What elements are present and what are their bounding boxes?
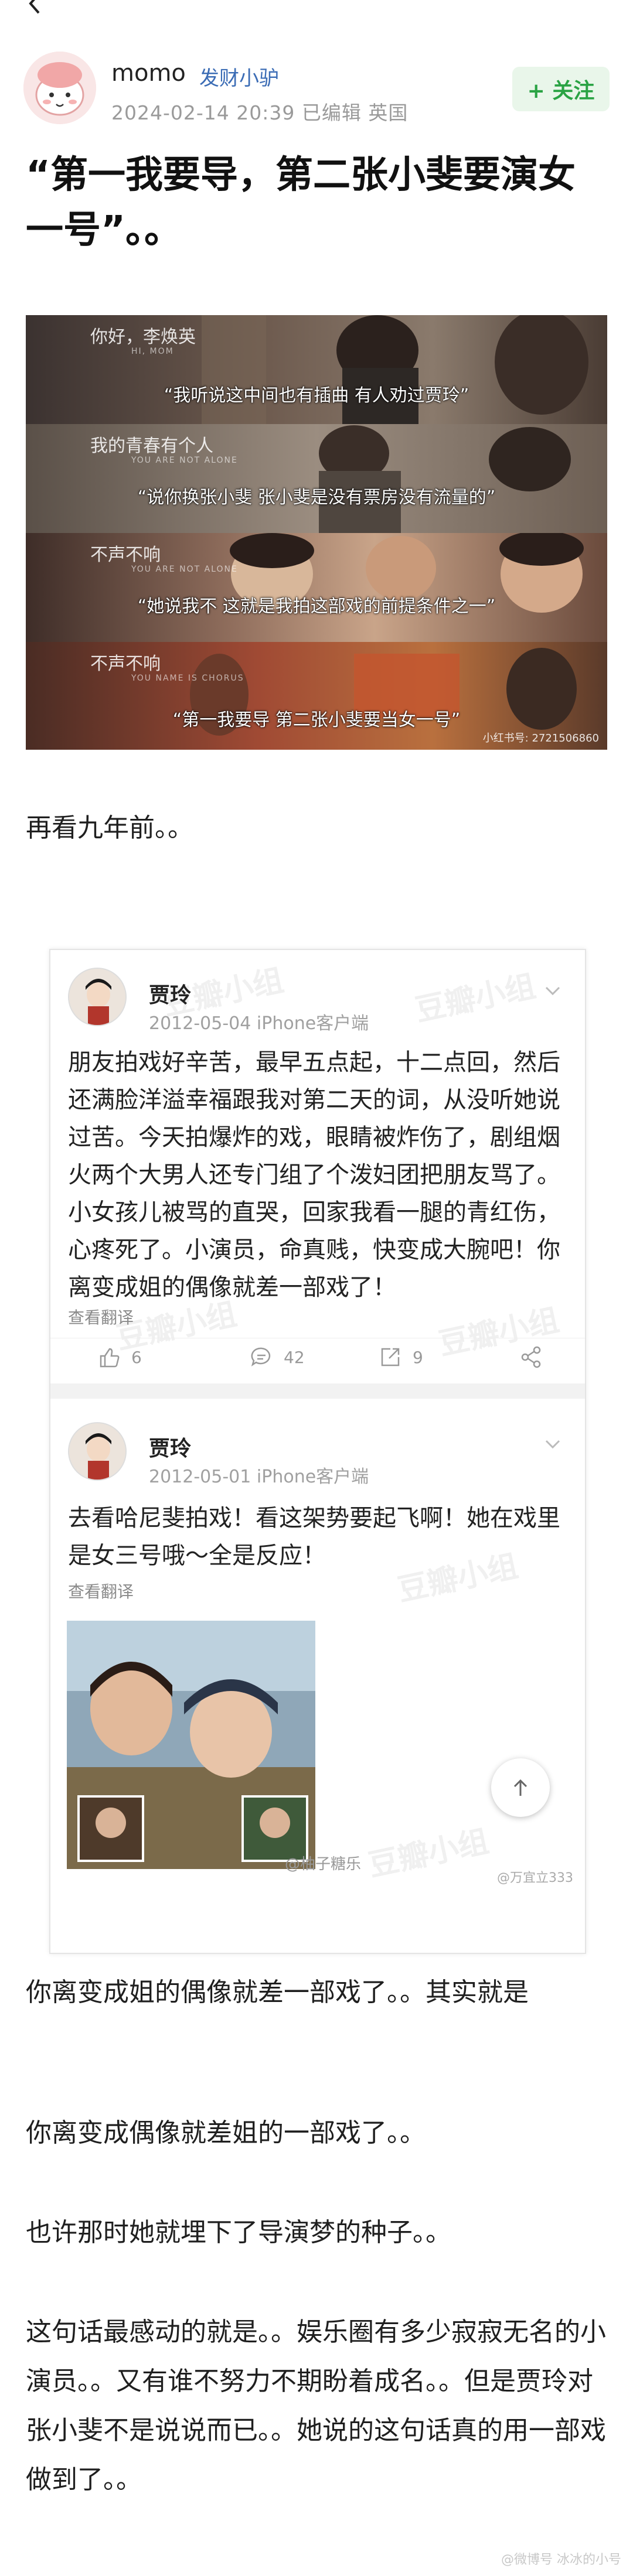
weibo-screenshot: 豆瓣小组 豆瓣小组 豆瓣小组 豆瓣小组 豆瓣小组 豆瓣小组 贾玲 2012-05… <box>49 949 586 1954</box>
repost-button[interactable]: 9 <box>379 1345 423 1369</box>
photo-watermark: @柚子糖乐 <box>285 1856 362 1873</box>
banner-logo-sub-2: YOU ARE NOT ALONE <box>131 456 238 465</box>
photo-collage-icon <box>67 1621 315 1869</box>
weibo-photo[interactable] <box>67 1621 315 1869</box>
scroll-to-top-button[interactable] <box>491 1758 550 1817</box>
weibo-post-text: 去看哈尼斐拍戏！看这架势要起飞啊！她在戏里是女三号哦～全是反应！ <box>68 1505 560 1569</box>
banner-caption-4: “第一我要导 第二张小斐要当女一号” <box>172 710 461 730</box>
banner-logo-sub-1: HI, MOM <box>131 347 174 356</box>
avatar-illustration-icon <box>23 52 96 124</box>
banner-strip-3: 不声不响 YOU ARE NOT ALONE “她说我不 这就是我拍这部戏的前提… <box>26 533 607 642</box>
group-watermark: 豆瓣小组 <box>365 1823 492 1884</box>
comment-button[interactable]: 42 <box>250 1345 305 1369</box>
paragraph-2: 你离变成姐的偶像就差一部戏了。。其实就是 <box>26 1977 529 2007</box>
movie-banner-image: 你好，李焕英 HI, MOM “我听说这中间也有插曲 有人劝过贾玲” 我的青春有… <box>26 315 607 750</box>
avatar-illustration-icon <box>69 1423 125 1480</box>
banner-caption-2: “说你换张小斐 张小斐是没有票房没有流量的” <box>137 487 496 508</box>
follow-button[interactable]: + 关注 <box>512 67 610 111</box>
group-watermark: 豆瓣小组 <box>412 968 539 1029</box>
like-button[interactable]: 6 <box>97 1345 142 1369</box>
post-location: 英国 <box>368 101 409 124</box>
banner-strip-4: 不声不响 YOU NAME IS CHORUS “第一我要导 第二张小斐要当女一… <box>26 642 607 750</box>
author-name[interactable]: momo <box>111 60 186 87</box>
avatar[interactable] <box>23 52 96 124</box>
weibo-post-client: iPhone客户端 <box>256 1467 369 1487</box>
comment-count: 42 <box>284 1347 305 1367</box>
weibo-author-name[interactable]: 贾玲 <box>149 1432 191 1462</box>
banner-logo-1: 你好，李焕英 <box>90 327 196 347</box>
weibo-post-client: iPhone客户端 <box>256 1013 369 1034</box>
chevron-down-icon[interactable] <box>544 1439 561 1450</box>
arrow-up-icon <box>513 1779 528 1796</box>
photo-watermark-2: @万宜立333 <box>497 1871 573 1885</box>
weibo-post-meta: 2012-05-04 iPhone客户端 <box>149 1009 369 1034</box>
paragraph-1: 再看九年前。。 <box>26 813 193 843</box>
repost-count: 9 <box>413 1347 423 1367</box>
share-icon <box>521 1346 541 1368</box>
banner-logo-sub-4: YOU NAME IS CHORUS <box>131 674 244 683</box>
like-count: 6 <box>131 1347 142 1367</box>
paragraph-4: 也许那时她就埋下了导演梦的种子。。 <box>26 2218 451 2247</box>
banner-logo-2: 我的青春有个人 <box>90 436 213 456</box>
avatar-illustration-icon <box>69 969 125 1025</box>
banner-strip-2: 我的青春有个人 YOU ARE NOT ALONE “说你换张小斐 张小斐是没有… <box>26 424 607 533</box>
author-row: momo 发财小驴 2024-02-14 20:39 已编辑 英国 + 关注 <box>23 49 610 137</box>
paragraph-5: 这句话最感动的就是。。娱乐圈有多少寂寂无名的小演员。。又有谁不努力不期盼着成名。… <box>26 2317 606 2495</box>
repost-icon <box>381 1348 400 1366</box>
top-bar <box>0 0 633 23</box>
bottom-watermark: @微博号 冰冰的小号 <box>501 2553 621 2567</box>
weibo-post-date: 2012-05-01 <box>149 1467 251 1487</box>
post-date: 2024-02-14 20:39 <box>111 101 295 124</box>
chevron-left-icon[interactable] <box>23 0 47 15</box>
weibo-post-meta: 2012-05-01 iPhone客户端 <box>149 1462 369 1488</box>
weibo-divider <box>50 1383 585 1399</box>
weibo-avatar[interactable] <box>68 968 127 1026</box>
weibo-author-name[interactable]: 贾玲 <box>149 978 191 1009</box>
paragraph-3: 你离变成偶像就差姐的一部戏了。。 <box>26 2118 426 2148</box>
comment-icon <box>251 1347 271 1366</box>
chevron-down-icon[interactable] <box>544 985 561 997</box>
weibo-post-date: 2012-05-04 <box>149 1013 251 1034</box>
post-edited: 已编辑 <box>301 101 362 124</box>
thumbs-up-icon <box>100 1348 120 1368</box>
weibo-action-bar: 6 42 9 <box>50 1338 585 1379</box>
weibo-post-text: 朋友拍戏好辛苦，最早五点起，十二点回，然后还满脸洋溢幸福跟我对第二天的词，从没听… <box>68 1049 560 1301</box>
weibo-translate-link[interactable]: 查看翻译 <box>68 1579 134 1603</box>
weibo-translate-link[interactable]: 查看翻译 <box>68 1305 134 1328</box>
banner-logo-3: 不声不响 <box>90 545 161 565</box>
banner-caption-1: “我听说这中间也有插曲 有人劝过贾玲” <box>164 385 469 406</box>
weibo-avatar[interactable] <box>68 1422 127 1481</box>
banner-strip-1: 你好，李焕英 HI, MOM “我听说这中间也有插曲 有人劝过贾玲” <box>26 315 607 424</box>
banner-logo-4: 不声不响 <box>90 654 161 674</box>
banner-logo-sub-3: YOU ARE NOT ALONE <box>131 565 238 574</box>
post-title: “第一我要导，第二张小斐要演女一号”。。 <box>26 153 576 252</box>
banner-watermark: 小红书号: 2721506860 <box>482 732 599 744</box>
author-group-link[interactable]: 发财小驴 <box>199 62 279 91</box>
share-button[interactable] <box>519 1345 553 1369</box>
post-meta: 2024-02-14 20:39 已编辑 英国 <box>111 97 408 125</box>
banner-caption-3: “她说我不 这就是我拍这部戏的前提条件之一” <box>137 596 496 617</box>
